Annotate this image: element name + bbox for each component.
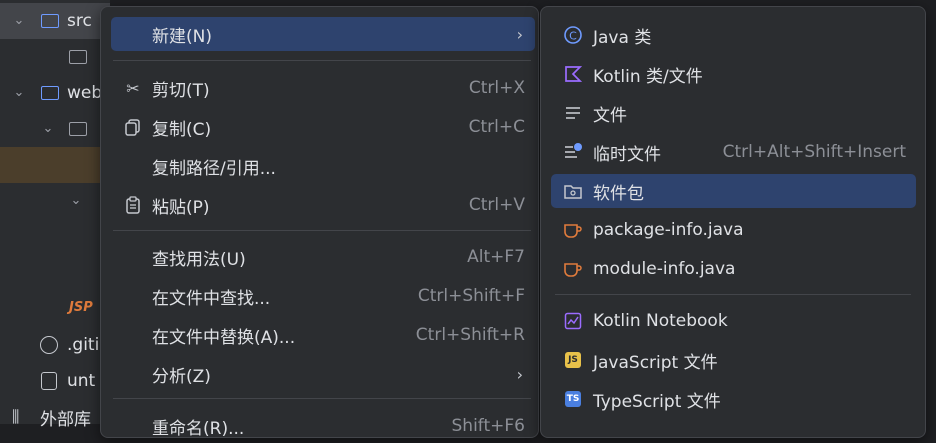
menu-item-java-class[interactable]: C Java 类 <box>551 18 916 52</box>
menu-separator <box>113 398 531 399</box>
typescript-icon: TS <box>565 391 581 407</box>
jsp-file-icon: JSP <box>69 300 93 315</box>
clipboard-icon <box>123 195 143 215</box>
menu-item-copy-path[interactable]: 复制路径/引用... <box>111 149 535 183</box>
tree-item-package[interactable] <box>0 39 110 75</box>
svg-text:C: C <box>569 30 577 43</box>
file-icon <box>41 372 57 390</box>
scissors-icon: ✂ <box>126 78 140 98</box>
chevron-right-icon: › <box>516 24 523 44</box>
menu-item-javascript-file[interactable]: JS JavaScript 文件 <box>551 343 916 377</box>
menu-item-replace-in-files[interactable]: 在文件中替换(A)... Ctrl+Shift+R <box>111 318 535 352</box>
text-file-icon <box>563 103 583 123</box>
chevron-right-icon: › <box>516 364 523 384</box>
menu-item-analyze[interactable]: 分析(Z) › <box>111 357 535 391</box>
tree-item-selected[interactable] <box>0 147 110 183</box>
web-folder-icon <box>41 86 59 100</box>
menu-item-copy[interactable]: 复制(C) Ctrl+C <box>111 110 535 144</box>
chevron-down-icon[interactable]: ⌄ <box>41 122 55 136</box>
menu-item-scratch-file[interactable]: 临时文件 Ctrl+Alt+Shift+Insert <box>551 135 916 169</box>
project-tree: ⌄ src ⌄ web ⌄ ⌄ JSP .giti unt ⫼ 外部库 <box>0 0 110 430</box>
menu-separator <box>113 230 531 231</box>
scratch-file-icon <box>563 142 583 162</box>
menu-item-find-in-files[interactable]: 在文件中查找... Ctrl+Shift+F <box>111 279 535 313</box>
context-menu: 新建(N) › ✂ 剪切(T) Ctrl+X 复制(C) Ctrl+C 复制路径… <box>100 6 539 439</box>
menu-separator <box>113 60 531 61</box>
javascript-icon: JS <box>565 352 581 368</box>
menu-item-package[interactable]: 软件包 <box>551 174 916 208</box>
java-class-icon: C <box>563 25 583 45</box>
menu-item-find-usages[interactable]: 查找用法(U) Alt+F7 <box>111 240 535 274</box>
menu-item-package-info[interactable]: package-info.java <box>551 213 916 247</box>
ignored-file-icon <box>40 336 58 354</box>
tree-item-gitignore[interactable]: .giti <box>0 327 110 363</box>
menu-separator <box>555 294 911 295</box>
new-submenu: C Java 类 Kotlin 类/文件 文件 临时文件 Ctrl+Alt+Sh… <box>540 6 926 438</box>
menu-item-kotlin-notebook[interactable]: Kotlin Notebook <box>551 304 916 338</box>
folder-icon <box>69 122 87 136</box>
menu-item-cut[interactable]: ✂ 剪切(T) Ctrl+X <box>111 71 535 105</box>
menu-item-rename[interactable]: 重命名(R)... Shift+F6 <box>111 409 535 443</box>
menu-item-new[interactable]: 新建(N) › <box>111 17 535 51</box>
copy-icon <box>123 117 143 137</box>
package-icon <box>563 181 583 201</box>
java-file-icon <box>563 220 583 240</box>
chevron-down-icon[interactable]: ⌄ <box>12 14 26 28</box>
tree-item-untitled[interactable]: unt <box>0 363 110 399</box>
menu-item-paste[interactable]: 粘贴(P) Ctrl+V <box>111 188 535 222</box>
package-folder-icon <box>69 50 87 64</box>
chevron-down-icon[interactable]: ⌄ <box>12 86 26 100</box>
menu-item-kotlin-class[interactable]: Kotlin 类/文件 <box>551 57 916 91</box>
kotlin-icon <box>563 64 583 84</box>
library-icon: ⫼ <box>12 407 20 426</box>
tree-item-external-libraries[interactable]: ⫼ 外部库 <box>0 399 110 435</box>
tree-item-web[interactable]: ⌄ web <box>0 75 110 111</box>
menu-item-typescript-file[interactable]: TS TypeScript 文件 <box>551 382 916 416</box>
folder-icon <box>41 14 59 28</box>
notebook-icon <box>563 311 583 331</box>
chevron-down-icon[interactable]: ⌄ <box>69 194 83 208</box>
tree-item-collapsed[interactable]: ⌄ <box>0 183 110 219</box>
java-file-icon <box>563 259 583 279</box>
tree-item-subfolder[interactable]: ⌄ <box>0 111 110 147</box>
tree-item-src[interactable]: ⌄ src <box>0 3 110 39</box>
menu-item-file[interactable]: 文件 <box>551 96 916 130</box>
menu-item-module-info[interactable]: module-info.java <box>551 252 916 286</box>
